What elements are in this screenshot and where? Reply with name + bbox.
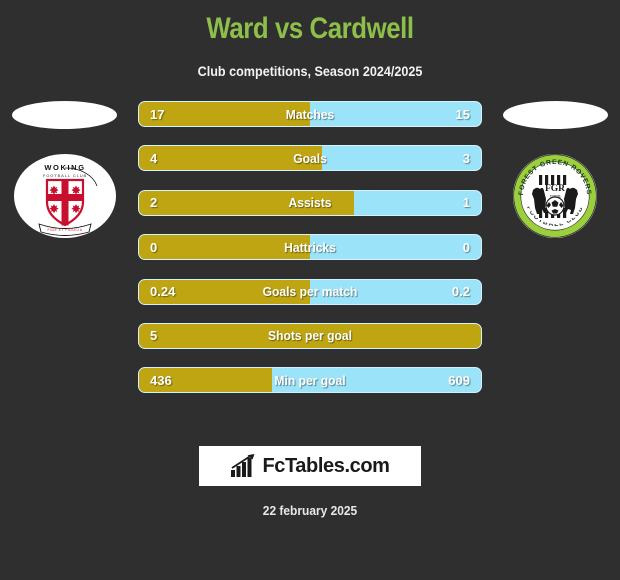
page-title: Ward vs Cardwell: [206, 12, 414, 45]
home-value: 2: [150, 195, 158, 211]
home-bar-fill: [139, 323, 481, 348]
away-value: 1: [462, 195, 470, 211]
svg-text:WOKING: WOKING: [44, 163, 85, 172]
stat-row-assists[interactable]: 2 Assists 1: [138, 189, 482, 216]
svg-text:FGR: FGR: [545, 184, 565, 194]
home-value: 17: [150, 106, 165, 122]
footer-date: 22 february 2025: [262, 503, 358, 518]
home-value: 5: [150, 328, 158, 344]
home-team-badge[interactable]: WOKING FOOTBALL CLUB FIDE ET FIDUCIA: [13, 144, 117, 248]
home-value: 0.24: [150, 284, 176, 300]
home-bar-fill: [139, 190, 355, 215]
fctables-logo[interactable]: FcTables.com: [199, 446, 421, 486]
home-player-photo: [12, 101, 117, 129]
away-value: 609: [448, 372, 470, 388]
forest-green-rovers-badge-icon: FOREST GREEN ROVERS FOOTBALL CLUB FGR 18…: [513, 154, 597, 238]
stat-bars-list: 17 Matches 15 4 Goals 3 2 Assists 1 0 Ha…: [138, 101, 482, 412]
comparison-body: WOKING FOOTBALL CLUB FIDE ET FIDUCIA FOR…: [0, 101, 620, 421]
bar-chart-icon: [231, 454, 255, 477]
home-bar-fill: [139, 235, 310, 260]
stat-row-goals-per-match[interactable]: 0.24 Goals per match 0.2: [138, 278, 482, 305]
stat-row-goals[interactable]: 4 Goals 3: [138, 145, 482, 172]
stat-row-matches[interactable]: 17 Matches 15: [138, 101, 482, 127]
stat-row-min-per-goal[interactable]: 436 Min per goal 609: [138, 367, 482, 394]
away-value: 0: [462, 239, 470, 255]
away-value: 15: [455, 106, 470, 122]
svg-text:FOOTBALL CLUB: FOOTBALL CLUB: [43, 173, 87, 178]
svg-text:FIDE ET FIDUCIA: FIDE ET FIDUCIA: [48, 228, 83, 232]
woking-fc-badge-icon: WOKING FOOTBALL CLUB FIDE ET FIDUCIA: [14, 154, 116, 238]
away-value: 3: [462, 150, 470, 166]
home-bar-fill: [139, 146, 322, 171]
home-value: 0: [150, 239, 158, 255]
home-bar-fill: [139, 102, 310, 126]
away-value: 0.2: [451, 284, 470, 300]
home-value: 4: [150, 150, 158, 166]
stat-row-hattricks[interactable]: 0 Hattricks 0: [138, 234, 482, 261]
page-subtitle: Club competitions, Season 2024/2025: [197, 63, 423, 79]
home-value: 436: [150, 372, 172, 388]
away-player-photo: [503, 101, 608, 129]
fctables-logo-text: FcTables.com: [262, 454, 390, 477]
away-team-badge[interactable]: FOREST GREEN ROVERS FOOTBALL CLUB FGR 18…: [503, 144, 607, 248]
stat-row-shots-per-goal[interactable]: 5 Shots per goal: [138, 322, 482, 349]
